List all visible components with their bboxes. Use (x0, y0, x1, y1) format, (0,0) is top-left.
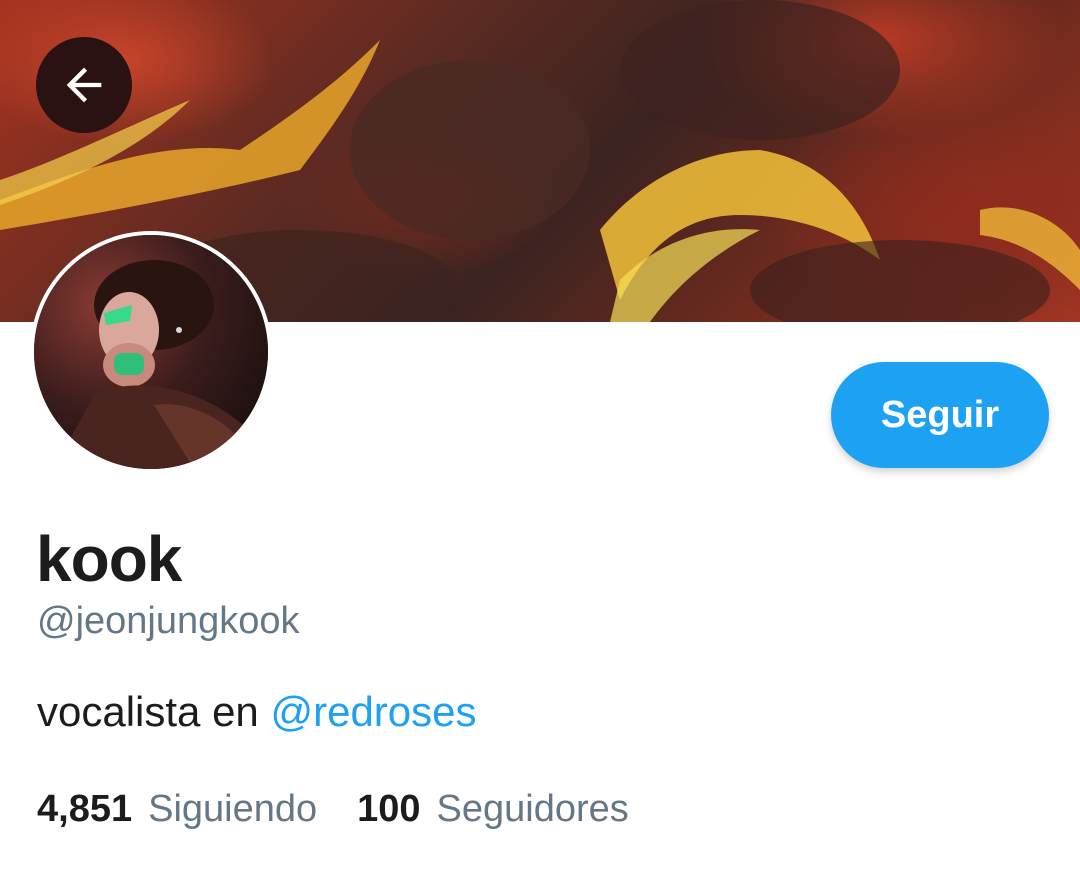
display-name: kook (36, 523, 182, 595)
profile-stats: 4,851 Siguiendo 100 Seguidores (37, 788, 629, 831)
arrow-left-icon (66, 67, 102, 103)
following-label[interactable]: Siguiendo (148, 788, 317, 831)
avatar[interactable] (30, 231, 272, 473)
following-count[interactable]: 4,851 (37, 788, 132, 831)
followers-count[interactable]: 100 (357, 788, 420, 831)
followers-label[interactable]: Seguidores (437, 788, 629, 831)
follow-button[interactable]: Seguir (831, 362, 1049, 468)
bio-mention-link[interactable]: @redroses (270, 688, 476, 735)
back-button[interactable] (36, 37, 132, 133)
bio-text: vocalista en (37, 688, 271, 735)
user-handle: @jeonjungkook (37, 600, 300, 642)
profile-bio: vocalista en @redroses (37, 688, 477, 736)
avatar-image (34, 235, 268, 469)
follow-button-label: Seguir (880, 393, 1000, 436)
